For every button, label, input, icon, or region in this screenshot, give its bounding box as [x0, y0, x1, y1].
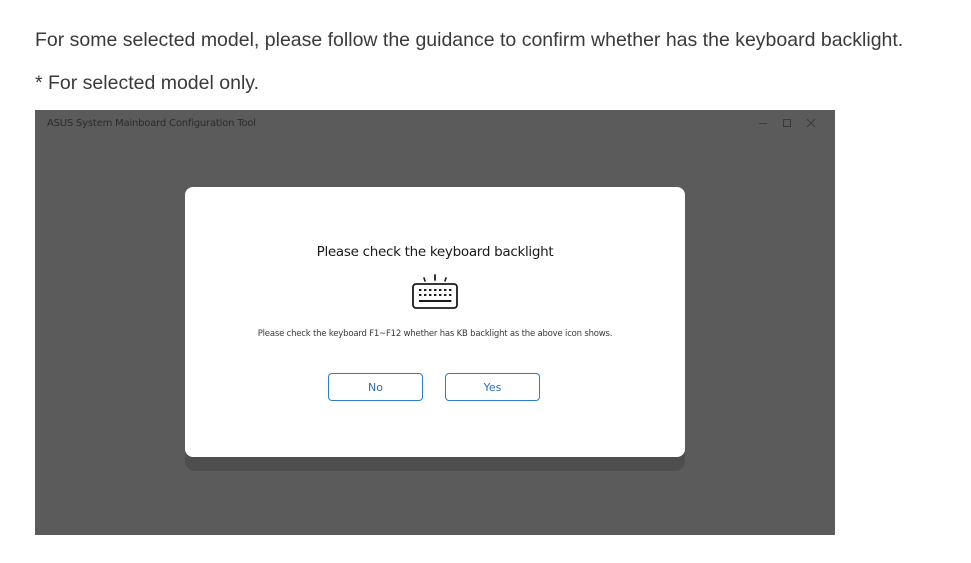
minimize-icon[interactable]: [757, 116, 769, 130]
note-text: * For selected model only.: [35, 72, 259, 94]
no-button[interactable]: No: [328, 373, 423, 401]
backlight-dialog: Please check the keyboard backlight Plea…: [185, 187, 685, 457]
maximize-icon[interactable]: [781, 116, 793, 130]
yes-button-label: Yes: [483, 380, 502, 394]
close-icon[interactable]: [805, 116, 817, 130]
page: For some selected model, please follow t…: [0, 0, 971, 563]
no-button-label: No: [368, 380, 383, 394]
dialog-message: Please check the keyboard F1~F12 whether…: [257, 329, 613, 339]
intro-text: For some selected model, please follow t…: [35, 29, 904, 51]
dialog-title: Please check the keyboard backlight: [316, 244, 554, 260]
window-title: ASUS System Mainboard Configuration Tool: [47, 118, 256, 129]
app-window-screenshot: ASUS System Mainboard Configuration Tool…: [35, 110, 835, 535]
window-controls: [757, 116, 817, 130]
keyboard-backlight-icon: [410, 273, 460, 316]
yes-button[interactable]: Yes: [445, 373, 540, 401]
